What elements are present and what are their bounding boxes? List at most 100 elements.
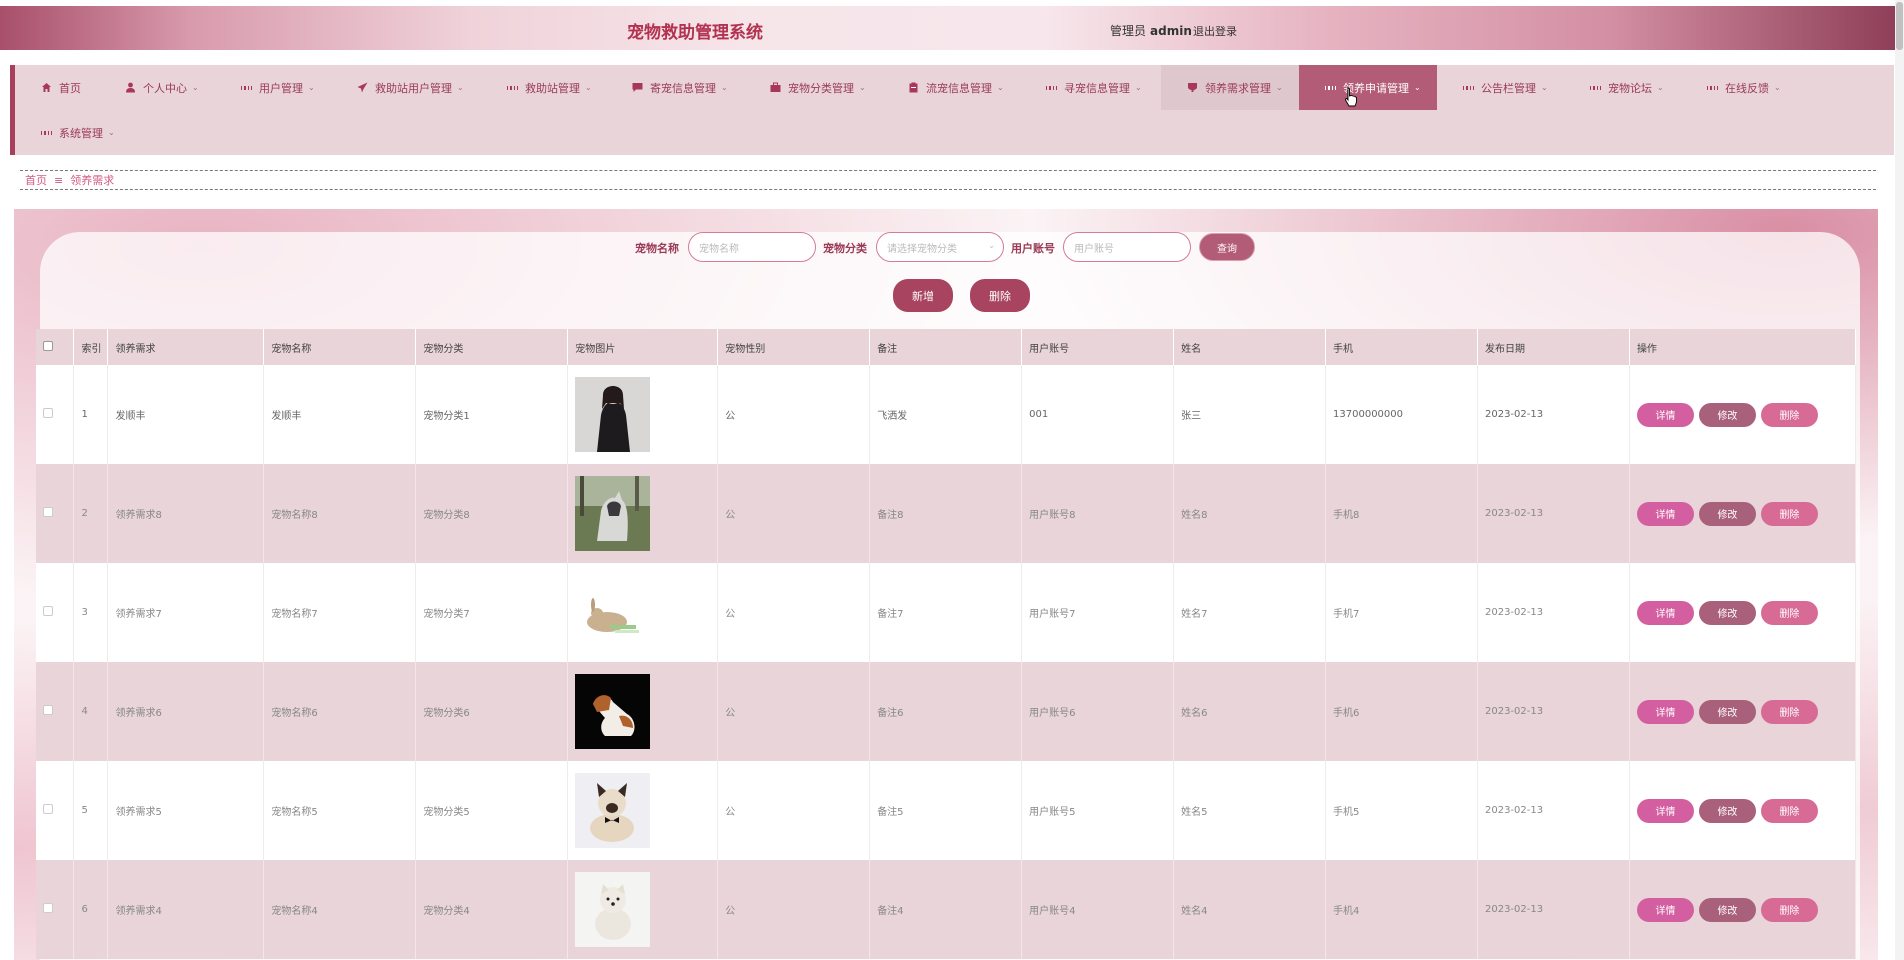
cell-category: 宠物分类1 [415,365,569,464]
nav-item-system[interactable]: 系统管理 ⌄ [15,110,129,155]
row-checkbox[interactable] [36,761,75,860]
row-checkbox[interactable] [36,464,75,563]
category-select[interactable]: 请选择宠物分类 ⌄ [876,232,1004,262]
nav-item-personal[interactable]: 个人中心 ⌄ [99,65,213,110]
cell-name: 宠物名称6 [263,662,417,761]
col-gender: 宠物性别 [717,329,871,365]
delete-button[interactable]: 删除 [1760,600,1818,625]
col-need: 领养需求 [107,329,265,365]
cell-index: 4 [73,662,109,761]
edit-button[interactable]: 修改 [1698,897,1756,922]
edit-button[interactable]: 修改 [1698,699,1756,724]
detail-button[interactable]: 详情 [1636,501,1694,526]
edit-button[interactable]: 修改 [1698,798,1756,823]
account-input[interactable]: 用户账号 [1063,232,1191,262]
table-row: 4 领养需求6 宠物名称6 宠物分类6 公 备注6 用户账号6 姓名6 手机6 … [36,662,1857,761]
cell-need: 领养需求6 [107,662,265,761]
cell-person: 姓名4 [1173,860,1327,959]
delete-button[interactable]: 删除 [1760,402,1818,427]
nav-item-notice[interactable]: 公告栏管理 ⌄ [1437,65,1562,110]
cell-index: 3 [73,563,109,662]
chevron-down-icon: ⌄ [988,241,995,250]
cell-date: 2023-02-13 [1477,662,1630,761]
table-row: 6 领养需求4 宠物名称4 宠物分类4 公 备注4 用户账号4 姓名4 手机4 … [36,860,1857,959]
nav-item-lost[interactable]: 寻宠信息管理 ⌄ [1020,65,1156,110]
batch-delete-button[interactable]: 删除 [970,279,1030,312]
row-checkbox[interactable] [36,662,75,761]
nav-item-station[interactable]: 救助站管理 ⌄ [481,65,606,110]
cell-need: 发顺丰 [107,365,265,464]
row-checkbox[interactable] [36,563,75,662]
husky-photo[interactable] [575,476,651,551]
nav-item-home[interactable]: 首页 [15,65,95,110]
nav-item-adoption-needs[interactable]: 领养需求管理 ⌄ [1161,65,1299,110]
nav-item-stray[interactable]: 流宠信息管理 ⌄ [882,65,1018,110]
user-info: 管理员 admin [1110,22,1192,39]
scrollbar-thumb[interactable] [1896,2,1903,50]
query-button[interactable]: 查询 [1199,233,1255,261]
cell-category: 宠物分类5 [415,761,569,860]
row-checkbox[interactable] [36,860,75,959]
nav-item-forum[interactable]: 宠物论坛 ⌄ [1564,65,1678,110]
edit-button[interactable]: 修改 [1698,600,1756,625]
cell-name: 宠物名称8 [263,464,417,563]
nav-item-station-users[interactable]: 救助站用户管理 ⌄ [331,65,478,110]
table-header-row: 索引 领养需求 宠物名称 宠物分类 宠物图片 宠物性别 备注 用户账号 姓名 手… [36,329,1857,365]
white-dog-photo[interactable] [575,872,651,947]
dog-black-bg-photo[interactable] [575,674,651,749]
cell-category: 宠物分类4 [415,860,569,959]
detail-button[interactable]: 详情 [1636,699,1694,724]
edit-button[interactable]: 修改 [1698,402,1756,427]
col-account: 用户账号 [1021,329,1175,365]
cell-gender: 公 [717,761,871,860]
nav-item-category[interactable]: 宠物分类管理 ⌄ [744,65,880,110]
cell-person: 姓名8 [1173,464,1327,563]
cell-need: 领养需求5 [107,761,265,860]
cell-gender: 公 [717,662,871,761]
detail-button[interactable]: 详情 [1636,798,1694,823]
nav-item-feedback[interactable]: 在线反馈 ⌄ [1681,65,1795,110]
breadcrumb-separator-icon: ≡ [54,173,64,187]
delete-button[interactable]: 删除 [1760,897,1818,922]
grid-icon [1590,82,1601,93]
detail-button[interactable]: 详情 [1636,402,1694,427]
chevron-down-icon: ⌄ [585,83,592,92]
woman-photo[interactable] [575,377,651,452]
vertical-scrollbar[interactable] [1895,0,1904,960]
col-date: 发布日期 [1477,329,1630,365]
cell-actions: 详情 修改 删除 [1629,365,1857,464]
pet-name-input[interactable]: 宠物名称 [688,232,816,262]
col-note: 备注 [869,329,1023,365]
delete-button[interactable]: 删除 [1760,798,1818,823]
logout-link[interactable]: 退出登录 [1193,23,1237,39]
nav-item-users[interactable]: 用户管理 ⌄ [215,65,329,110]
nav-label: 寻宠信息管理 [1064,81,1130,95]
rabbit-photo[interactable] [575,575,651,650]
home-icon [41,82,52,93]
breadcrumb-home[interactable]: 首页 [25,172,47,188]
cell-actions: 详情 修改 删除 [1629,464,1857,563]
cell-note: 备注5 [869,761,1023,860]
nav-item-adoption-apply[interactable]: 领养申请管理 ⌄ [1299,65,1437,110]
cell-need: 领养需求8 [107,464,265,563]
paper-plane-icon [357,82,368,93]
col-person: 姓名 [1173,329,1327,365]
detail-button[interactable]: 详情 [1636,600,1694,625]
cell-phone: 13700000000 [1325,365,1478,464]
cell-index: 1 [73,365,109,464]
nav-label: 公告栏管理 [1481,81,1536,95]
chevron-down-icon: ⌄ [1276,83,1283,92]
cell-date: 2023-02-13 [1477,563,1630,662]
delete-button[interactable]: 删除 [1760,501,1818,526]
nav-item-boarding[interactable]: 寄宠信息管理 ⌄ [606,65,742,110]
detail-button[interactable]: 详情 [1636,897,1694,922]
row-checkbox[interactable] [36,365,75,464]
select-all-checkbox[interactable] [36,329,75,365]
add-button[interactable]: 新增 [893,279,953,312]
edit-button[interactable]: 修改 [1698,501,1756,526]
cell-date: 2023-02-13 [1477,464,1630,563]
siamese-cat-photo[interactable] [575,773,651,848]
nav-label: 寄宠信息管理 [650,81,716,95]
delete-button[interactable]: 删除 [1760,699,1818,724]
chevron-down-icon: ⌄ [1774,83,1781,92]
